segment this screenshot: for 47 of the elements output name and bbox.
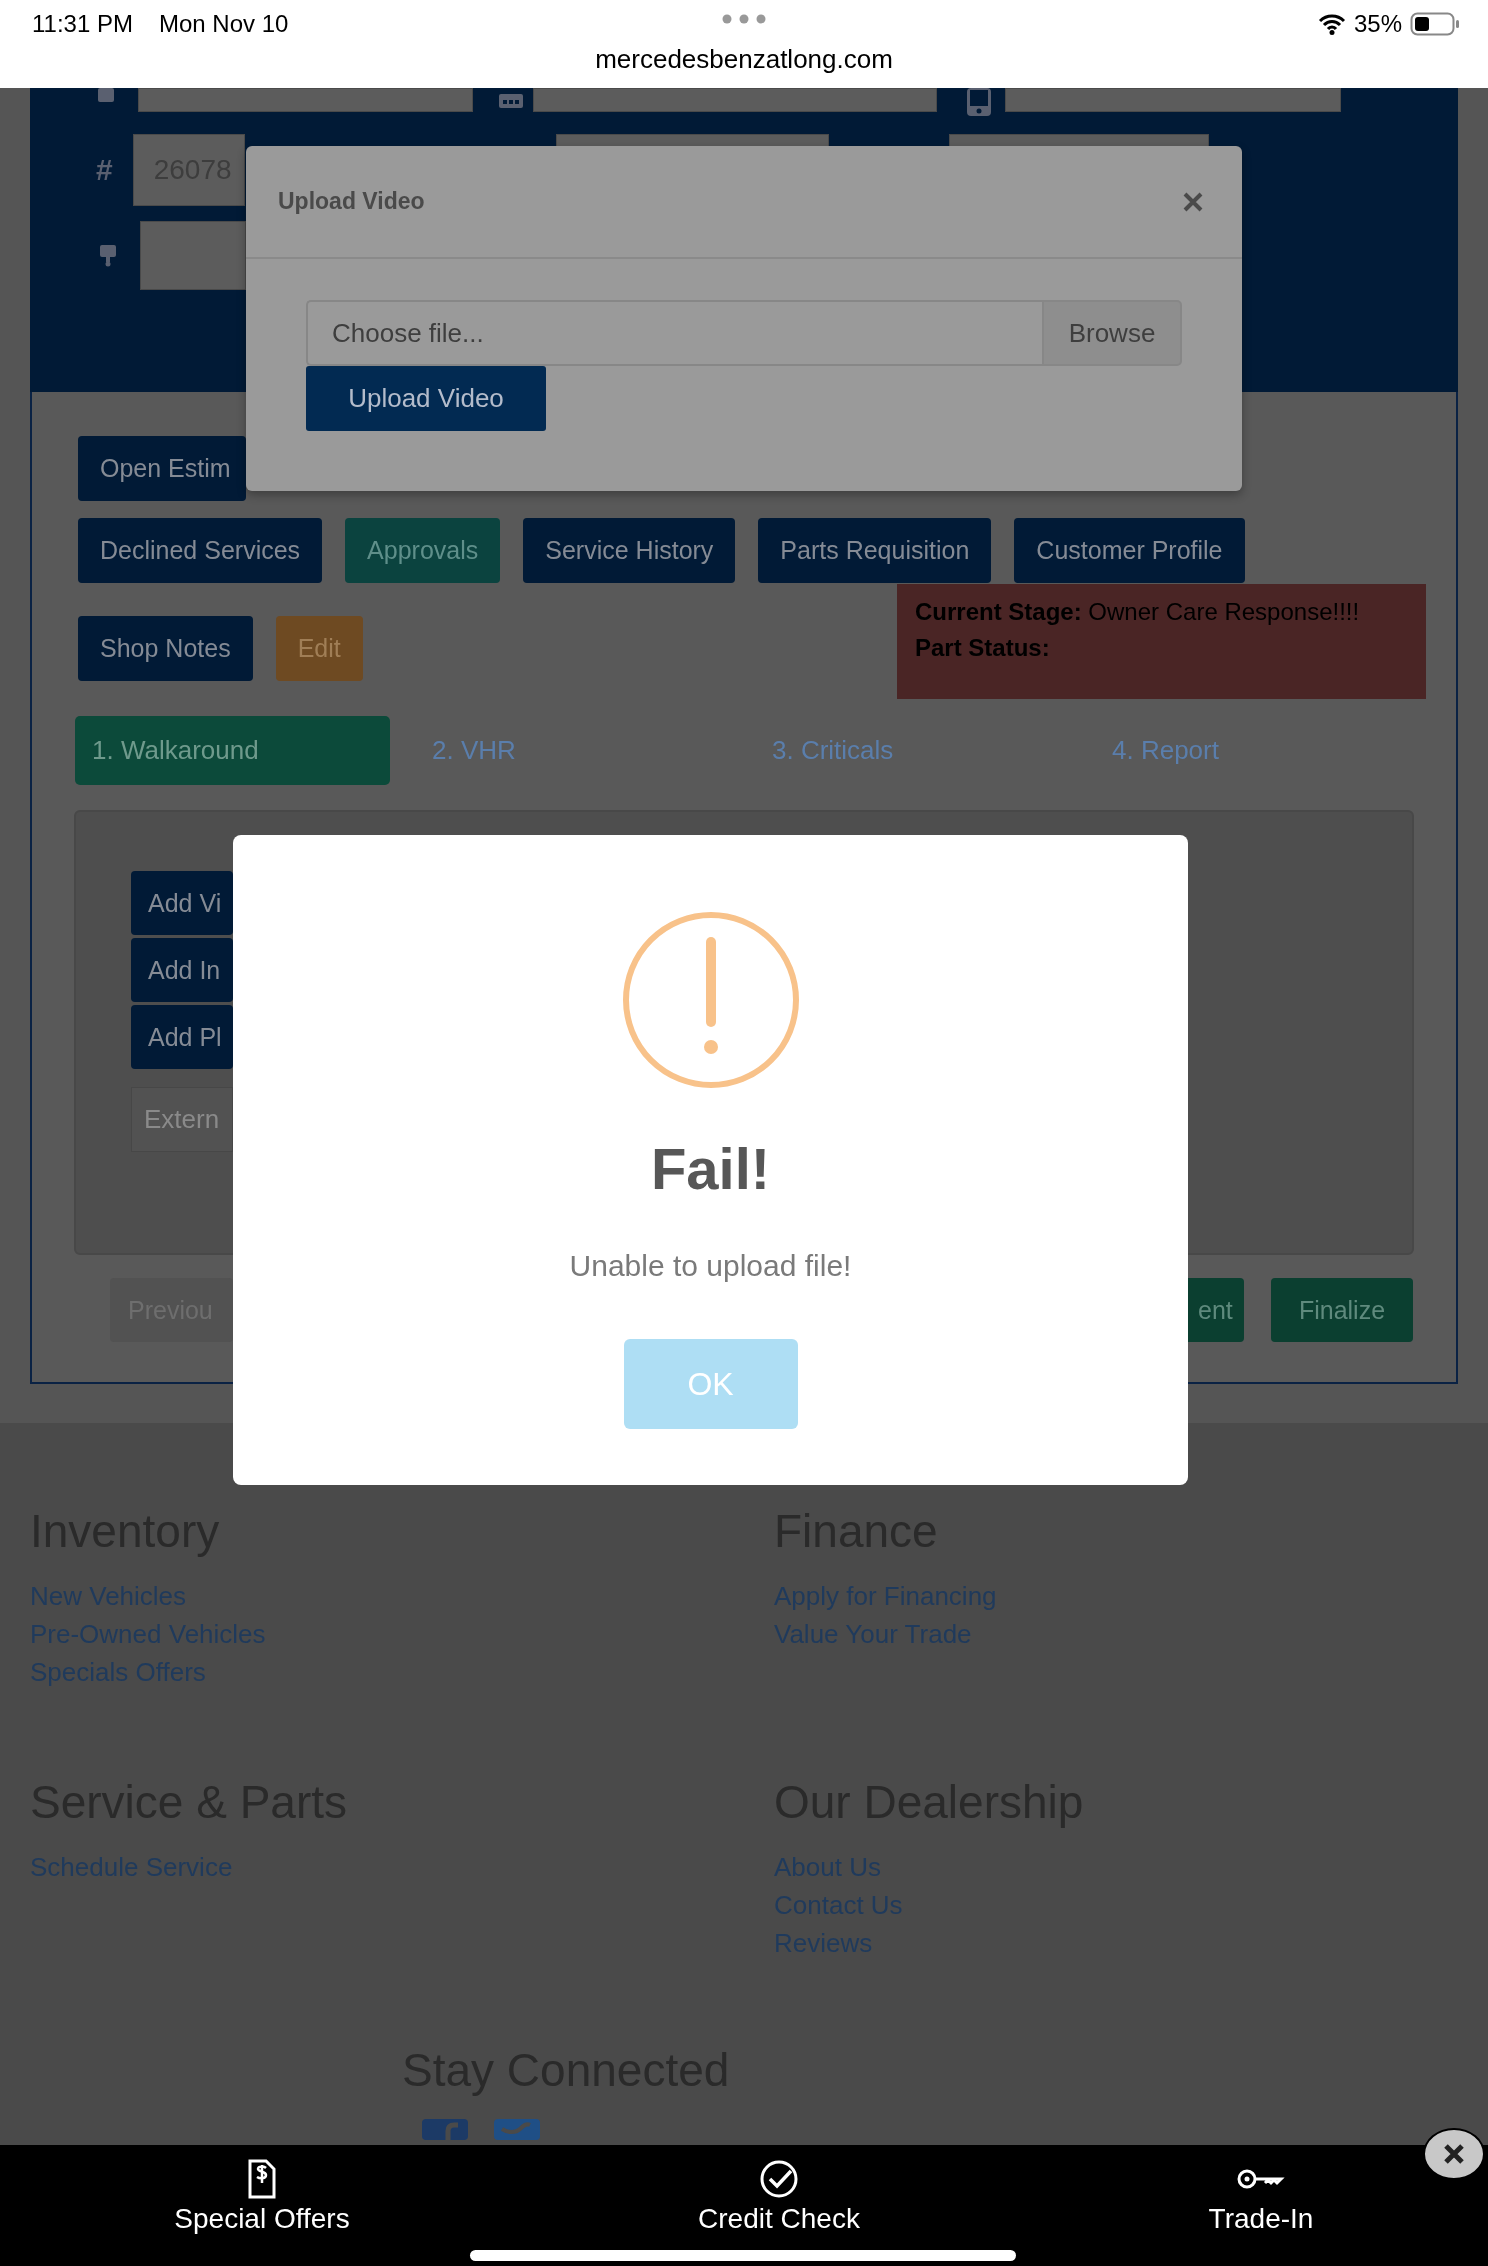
add-button[interactable]: Add In — [131, 938, 233, 1002]
add-button[interactable]: Add Vi — [131, 871, 233, 935]
battery-percent: 35% — [1353, 10, 1402, 38]
action-button[interactable]: Parts Requisition — [758, 518, 992, 583]
more-icon[interactable] — [722, 14, 766, 24]
action-button[interactable]: Customer Profile — [1014, 518, 1245, 583]
input-field[interactable]: Extern — [131, 1087, 233, 1152]
dollar-document-icon — [247, 2159, 277, 2199]
action-button[interactable]: Declined Services — [78, 518, 323, 583]
part-status-label: Part Status: — [915, 633, 1051, 663]
warning-icon — [620, 910, 801, 1090]
bottom-bar-link[interactable]: Special Offers — [174, 2203, 350, 2235]
input-field[interactable] — [533, 88, 937, 112]
status-time: 11:31 PM — [32, 10, 133, 38]
input-field[interactable] — [138, 88, 473, 112]
finalize-button[interactable]: Finalize — [1271, 1278, 1413, 1342]
action-button[interactable]: Approvals — [345, 518, 501, 583]
stamp-icon — [100, 244, 116, 267]
step-tab[interactable]: 1. Walkaround — [75, 716, 390, 785]
hash-symbol: # — [96, 153, 113, 187]
battery-icon — [1410, 12, 1460, 36]
status-date: Mon Nov 10 — [158, 10, 289, 38]
url-text[interactable]: mercedesbenzatlong.com — [0, 44, 1488, 75]
current-stage-text: Current Stage: Owner Care Response!!!! — [915, 597, 1361, 627]
close-icon — [1443, 2143, 1465, 2165]
input-field[interactable] — [140, 221, 246, 290]
browse-button[interactable]: Browse — [1042, 300, 1182, 366]
action-button[interactable]: ent — [1188, 1278, 1244, 1342]
action-button[interactable]: Shop Notes — [78, 616, 253, 681]
file-input-field[interactable]: Choose file... — [306, 300, 1042, 366]
check-circle-icon — [759, 2159, 799, 2199]
step-tab[interactable]: 4. Report — [1095, 716, 1410, 785]
alert-title: Fail! — [650, 1135, 771, 1203]
action-button[interactable]: Open Estim — [78, 436, 246, 501]
calendar-icon — [499, 94, 523, 108]
alert-message: Unable to upload file! — [569, 1248, 852, 1284]
add-button[interactable]: Add Pl — [131, 1005, 233, 1069]
action-button[interactable]: Service History — [523, 518, 736, 583]
step-tab[interactable]: 3. Criticals — [755, 716, 1070, 785]
step-tab[interactable]: 2. VHR — [415, 716, 730, 785]
close-icon — [1182, 190, 1204, 213]
modal-title: Upload Video — [278, 188, 425, 215]
wifi-icon — [1317, 13, 1346, 35]
bottom-bar-link[interactable]: Credit Check — [698, 2203, 860, 2235]
input-field[interactable] — [1005, 88, 1341, 112]
bottom-bar-link[interactable]: Trade-In — [1208, 2203, 1314, 2235]
upload-video-button[interactable]: Upload Video — [306, 366, 546, 431]
